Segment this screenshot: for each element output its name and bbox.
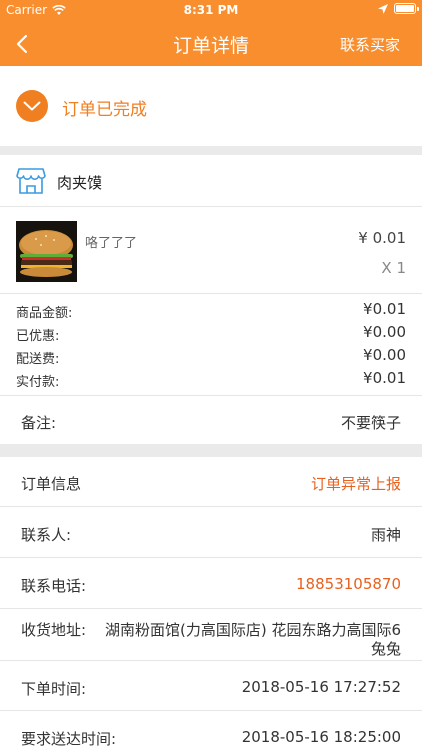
battery-icon	[394, 3, 419, 14]
order-info-header: 订单信息 订单异常上报	[0, 457, 422, 507]
clock: 8:31 PM	[183, 3, 239, 17]
fee-label: 商品金额:	[16, 306, 73, 321]
fee-summary: 商品金额: ¥0.01 已优惠: ¥0.00 配送费: ¥0.00 实付款: ¥…	[0, 294, 422, 396]
contact-row: 联系人: 雨神	[0, 507, 422, 558]
address-line-2: 兔兔	[370, 640, 401, 658]
product-name: 咯了了了	[85, 236, 138, 251]
shop-icon	[16, 168, 46, 194]
order-info-heading: 订单信息	[21, 475, 82, 493]
phone-row: 联系电话: 18853105870	[0, 558, 422, 609]
remark-label: 备注:	[21, 414, 57, 432]
product-price: ¥ 0.01	[358, 229, 406, 247]
delivery-time-value: 2018-05-16 18:25:00	[241, 728, 401, 746]
order-time-label: 下单时间:	[21, 680, 87, 698]
product-quantity: X 1	[381, 259, 406, 277]
shop-row[interactable]: 肉夹馍	[0, 155, 422, 207]
section-divider	[0, 146, 422, 155]
fee-value: ¥0.00	[363, 346, 406, 364]
fee-label: 实付款:	[16, 375, 60, 390]
location-arrow-icon	[378, 3, 388, 14]
fee-row-delivery: 配送费: ¥0.00	[0, 345, 422, 367]
contact-label: 联系人:	[21, 526, 72, 544]
order-time-row: 下单时间: 2018-05-16 17:27:52	[0, 661, 422, 711]
fee-value: ¥0.00	[363, 323, 406, 341]
phone-label: 联系电话:	[21, 577, 87, 595]
address-label: 收货地址:	[21, 621, 87, 639]
order-status-text: 订单已完成	[62, 100, 147, 120]
section-divider	[0, 444, 422, 457]
fee-row-discount: 已优惠: ¥0.00	[0, 322, 422, 344]
fee-label: 配送费:	[16, 352, 60, 367]
delivery-time-label: 要求送达时间:	[21, 730, 117, 748]
fee-value: ¥0.01	[363, 369, 406, 387]
fee-label: 已优惠:	[16, 329, 60, 344]
fee-row-subtotal: 商品金额: ¥0.01	[0, 299, 422, 321]
order-time-value: 2018-05-16 17:27:52	[241, 678, 401, 696]
product-item[interactable]: 咯了了了 ¥ 0.01 X 1	[0, 207, 422, 294]
report-exception-button[interactable]: 订单异常上报	[311, 473, 401, 494]
order-status-section: 订单已完成	[0, 66, 422, 146]
check-circle-icon	[16, 90, 48, 122]
contact-name: 雨神	[370, 526, 401, 544]
delivery-time-row: 要求送达时间: 2018-05-16 18:25:00	[0, 711, 422, 750]
remark-value: 不要筷子	[340, 414, 401, 432]
nav-bar: 订单详情 联系买家	[0, 22, 422, 66]
status-bar: Carrier 8:31 PM	[0, 0, 422, 22]
product-image	[16, 221, 77, 282]
fee-value: ¥0.01	[363, 300, 406, 318]
remark-row: 备注: 不要筷子	[0, 396, 422, 444]
contact-buyer-button[interactable]: 联系买家	[340, 34, 400, 55]
address-line-1: 湖南粉面馆(力高国际店) 花园东路力高国际6	[104, 621, 401, 639]
fee-row-paid: 实付款: ¥0.01	[0, 368, 422, 390]
phone-link[interactable]: 18853105870	[296, 575, 401, 593]
address-row: 收货地址: 湖南粉面馆(力高国际店) 花园东路力高国际6 兔兔	[0, 609, 422, 661]
shop-name: 肉夹馍	[57, 174, 103, 192]
